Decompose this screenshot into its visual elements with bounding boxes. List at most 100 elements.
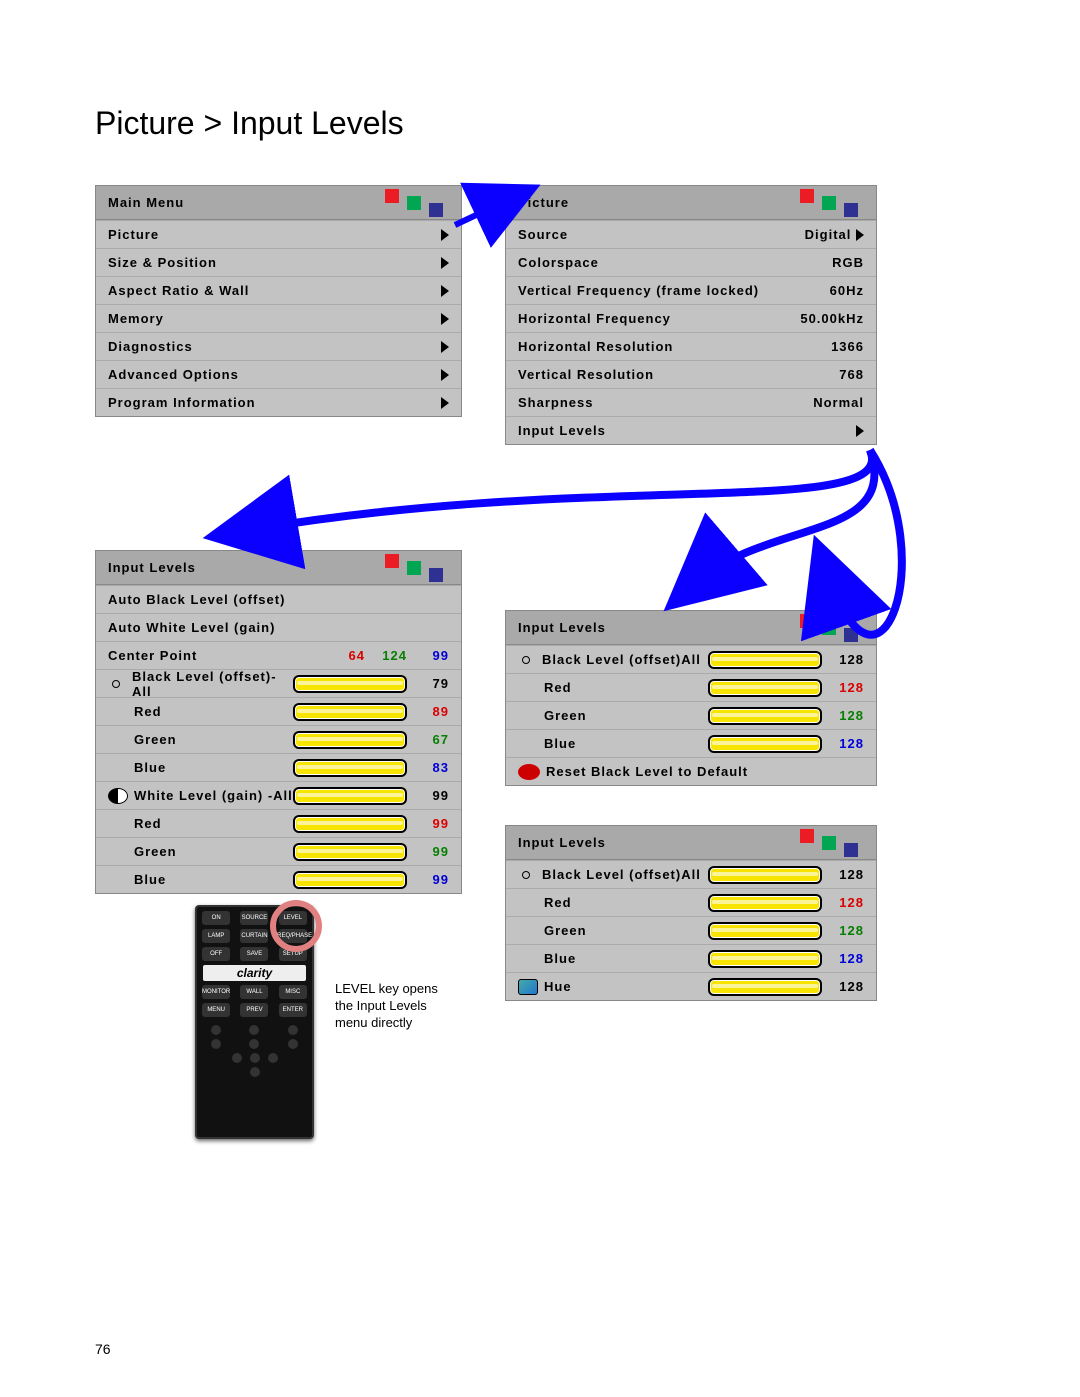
remote-dot[interactable] bbox=[250, 1067, 260, 1077]
black-level-green[interactable]: Green128 bbox=[506, 916, 876, 944]
remote-btn-source[interactable]: SOURCE bbox=[240, 911, 268, 925]
black-level-blue[interactable]: Blue83 bbox=[96, 753, 461, 781]
input-levels-header: Input Levels bbox=[518, 620, 606, 635]
remote-btn-level[interactable]: LEVEL bbox=[279, 911, 307, 925]
hue-level[interactable]: Hue128 bbox=[506, 972, 876, 1000]
rgb-logo-icon bbox=[800, 614, 870, 642]
page-title: Picture > Input Levels bbox=[95, 105, 404, 142]
remote-btn-wall[interactable]: WALL bbox=[240, 985, 268, 999]
menuitem-picture[interactable]: Picture bbox=[96, 220, 461, 248]
black-level-blue[interactable]: Blue128 bbox=[506, 729, 876, 757]
remote-btn-setup[interactable]: SETUP bbox=[279, 947, 307, 961]
remote-btn-lamp[interactable]: LAMP bbox=[202, 929, 230, 943]
white-level-blue[interactable]: Blue99 bbox=[96, 865, 461, 893]
remote-btn-freq[interactable]: FREQ/PHASE bbox=[279, 929, 307, 943]
slider[interactable] bbox=[293, 843, 407, 861]
menuitem-program-info[interactable]: Program Information bbox=[96, 388, 461, 416]
black-level-red[interactable]: Red89 bbox=[96, 697, 461, 725]
remote-dot[interactable] bbox=[249, 1039, 259, 1049]
slider[interactable] bbox=[293, 731, 407, 749]
remote-dot[interactable] bbox=[211, 1039, 221, 1049]
slider[interactable] bbox=[708, 866, 822, 884]
chevron-right-icon bbox=[441, 285, 449, 297]
rgb-logo-icon bbox=[385, 554, 455, 582]
center-point: Center Point 64 124 99 bbox=[96, 641, 461, 669]
black-level-blue[interactable]: Blue128 bbox=[506, 944, 876, 972]
remote-dot[interactable] bbox=[232, 1053, 242, 1063]
input-levels-header: Input Levels bbox=[108, 560, 196, 575]
remote-btn-menu[interactable]: MENU bbox=[202, 1003, 230, 1017]
remote-btn-off[interactable]: OFF bbox=[202, 947, 230, 961]
black-level-red[interactable]: Red128 bbox=[506, 888, 876, 916]
picture-panel: Picture SourceDigital ColorspaceRGB Vert… bbox=[505, 185, 877, 445]
white-level-all[interactable]: White Level (gain) -All99 bbox=[96, 781, 461, 809]
remote-dot[interactable] bbox=[288, 1025, 298, 1035]
remote-btn-prev[interactable]: PREV bbox=[240, 1003, 268, 1017]
remote-btn-monitor[interactable]: MONITOR bbox=[202, 985, 230, 999]
remote-btn-on[interactable]: ON bbox=[202, 911, 230, 925]
slider[interactable] bbox=[708, 978, 822, 996]
remote-logo: clarity bbox=[203, 965, 306, 981]
picture-row-hres: Horizontal Resolution1366 bbox=[506, 332, 876, 360]
slider[interactable] bbox=[293, 759, 407, 777]
input-levels-top-right-panel: Input Levels Black Level (offset)All128 … bbox=[505, 610, 877, 786]
picture-row-colorspace[interactable]: ColorspaceRGB bbox=[506, 248, 876, 276]
black-level-all[interactable]: Black Level (offset)All128 bbox=[506, 645, 876, 673]
slider[interactable] bbox=[708, 894, 822, 912]
main-menu-header: Main Menu bbox=[108, 195, 184, 210]
remote-btn-misc[interactable]: MISC bbox=[279, 985, 307, 999]
slider[interactable] bbox=[708, 735, 822, 753]
picture-row-hfreq: Horizontal Frequency50.00kHz bbox=[506, 304, 876, 332]
remote-btn-curtain[interactable]: CURTAIN bbox=[240, 929, 268, 943]
auto-black-level[interactable]: Auto Black Level (offset) bbox=[96, 585, 461, 613]
chevron-right-icon bbox=[441, 341, 449, 353]
slider[interactable] bbox=[293, 703, 407, 721]
picture-row-input-levels[interactable]: Input Levels bbox=[506, 416, 876, 444]
picture-row-vfreq: Vertical Frequency (frame locked)60Hz bbox=[506, 276, 876, 304]
remote-dot[interactable] bbox=[249, 1025, 259, 1035]
white-level-red[interactable]: Red99 bbox=[96, 809, 461, 837]
page-number: 76 bbox=[95, 1341, 111, 1357]
slider[interactable] bbox=[293, 815, 407, 833]
slider[interactable] bbox=[708, 922, 822, 940]
remote-btn-save[interactable]: SAVE bbox=[240, 947, 268, 961]
slider[interactable] bbox=[293, 675, 407, 693]
rgb-logo-icon bbox=[800, 829, 870, 857]
slider[interactable] bbox=[708, 707, 822, 725]
remote-dot[interactable] bbox=[268, 1053, 278, 1063]
main-menu-panel: Main Menu Picture Size & Position Aspect… bbox=[95, 185, 462, 417]
black-level-green[interactable]: Green67 bbox=[96, 725, 461, 753]
chevron-right-icon bbox=[441, 397, 449, 409]
slider[interactable] bbox=[708, 679, 822, 697]
black-level-red[interactable]: Red128 bbox=[506, 673, 876, 701]
menuitem-aspect-wall[interactable]: Aspect Ratio & Wall bbox=[96, 276, 461, 304]
slider[interactable] bbox=[708, 950, 822, 968]
picture-row-vres: Vertical Resolution768 bbox=[506, 360, 876, 388]
black-level-all[interactable]: Black Level (offset)All128 bbox=[506, 860, 876, 888]
remote-dot[interactable] bbox=[211, 1025, 221, 1035]
chevron-right-icon bbox=[441, 257, 449, 269]
black-level-green[interactable]: Green128 bbox=[506, 701, 876, 729]
remote-control: ON SOURCE LEVEL LAMP CURTAIN FREQ/PHASE OFF S… bbox=[195, 905, 314, 1139]
input-levels-main-panel: Input Levels Auto Black Level (offset) A… bbox=[95, 550, 462, 894]
menuitem-advanced[interactable]: Advanced Options bbox=[96, 360, 461, 388]
picture-header: Picture bbox=[518, 195, 569, 210]
auto-white-level[interactable]: Auto White Level (gain) bbox=[96, 613, 461, 641]
reset-black-level[interactable]: Reset Black Level to Default bbox=[506, 757, 876, 785]
menuitem-size-position[interactable]: Size & Position bbox=[96, 248, 461, 276]
menuitem-diagnostics[interactable]: Diagnostics bbox=[96, 332, 461, 360]
remote-btn-enter[interactable]: ENTER bbox=[279, 1003, 307, 1017]
chevron-right-icon bbox=[856, 425, 864, 437]
white-level-green[interactable]: Green99 bbox=[96, 837, 461, 865]
slider[interactable] bbox=[293, 871, 407, 889]
chevron-right-icon bbox=[856, 229, 864, 241]
reset-icon bbox=[518, 764, 540, 780]
remote-dot[interactable] bbox=[288, 1039, 298, 1049]
picture-row-source[interactable]: SourceDigital bbox=[506, 220, 876, 248]
remote-dot[interactable] bbox=[250, 1053, 260, 1063]
picture-row-sharpness[interactable]: SharpnessNormal bbox=[506, 388, 876, 416]
slider[interactable] bbox=[293, 787, 407, 805]
menuitem-memory[interactable]: Memory bbox=[96, 304, 461, 332]
black-level-all[interactable]: Black Level (offset)-All79 bbox=[96, 669, 461, 697]
slider[interactable] bbox=[708, 651, 822, 669]
